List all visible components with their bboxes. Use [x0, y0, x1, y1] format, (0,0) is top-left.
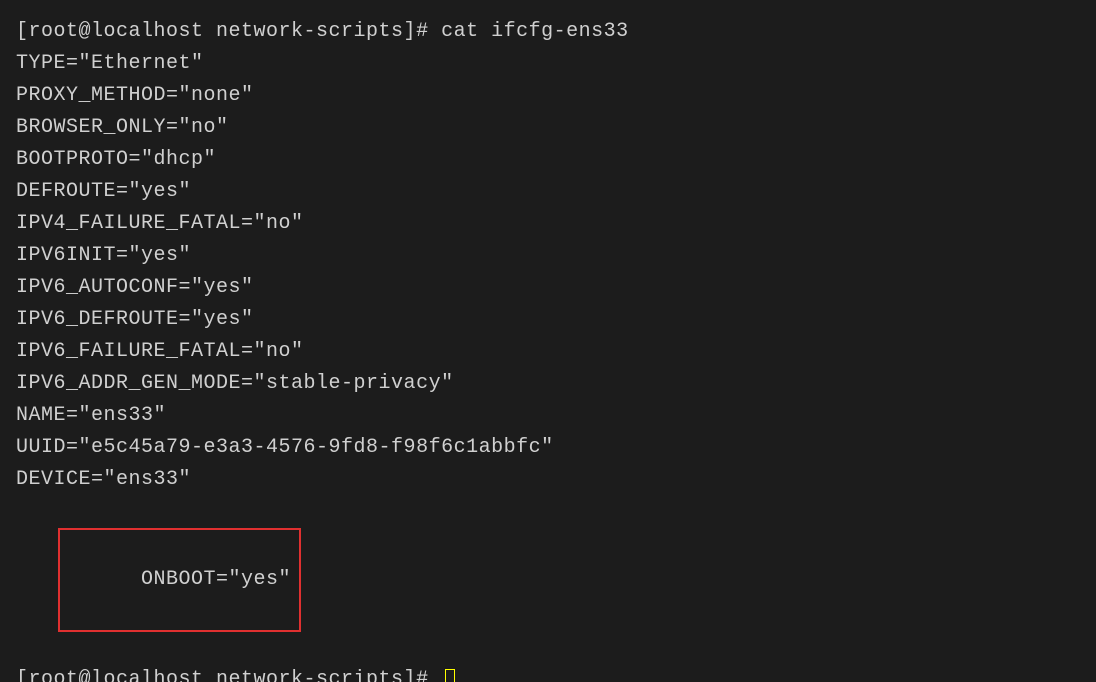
file-line: DEFROUTE="yes" — [16, 176, 1080, 208]
highlighted-line-container: ONBOOT="yes" — [16, 496, 1080, 664]
terminal-output: ifdown-post ifup-bnep ifup-routes [root@… — [0, 0, 1096, 682]
command-text: cat ifcfg-ens33 — [441, 20, 629, 43]
file-line: IPV6_FAILURE_FATAL="no" — [16, 336, 1080, 368]
highlight-box: ONBOOT="yes" — [58, 528, 301, 632]
partial-top-line: ifdown-post ifup-bnep ifup-routes — [16, 0, 1080, 16]
file-line: DEVICE="ens33" — [16, 464, 1080, 496]
partial-bottom-line: [root@localhost network-scripts]# — [16, 664, 1080, 682]
shell-prompt-bottom: [root@localhost network-scripts]# — [16, 668, 441, 682]
file-line: BROWSER_ONLY="no" — [16, 112, 1080, 144]
file-line: NAME="ens33" — [16, 400, 1080, 432]
file-line: IPV6_DEFROUTE="yes" — [16, 304, 1080, 336]
file-line: PROXY_METHOD="none" — [16, 80, 1080, 112]
file-line: TYPE="Ethernet" — [16, 48, 1080, 80]
file-line: BOOTPROTO="dhcp" — [16, 144, 1080, 176]
file-line: UUID="e5c45a79-e3a3-4576-9fd8-f98f6c1abb… — [16, 432, 1080, 464]
prompt-line: [root@localhost network-scripts]# cat if… — [16, 16, 1080, 48]
file-line: IPV6INIT="yes" — [16, 240, 1080, 272]
cursor[interactable] — [445, 669, 455, 682]
file-line: IPV4_FAILURE_FATAL="no" — [16, 208, 1080, 240]
shell-prompt: [root@localhost network-scripts]# — [16, 20, 441, 43]
onboot-line: ONBOOT="yes" — [141, 568, 291, 591]
file-line: IPV6_AUTOCONF="yes" — [16, 272, 1080, 304]
file-line: IPV6_ADDR_GEN_MODE="stable-privacy" — [16, 368, 1080, 400]
